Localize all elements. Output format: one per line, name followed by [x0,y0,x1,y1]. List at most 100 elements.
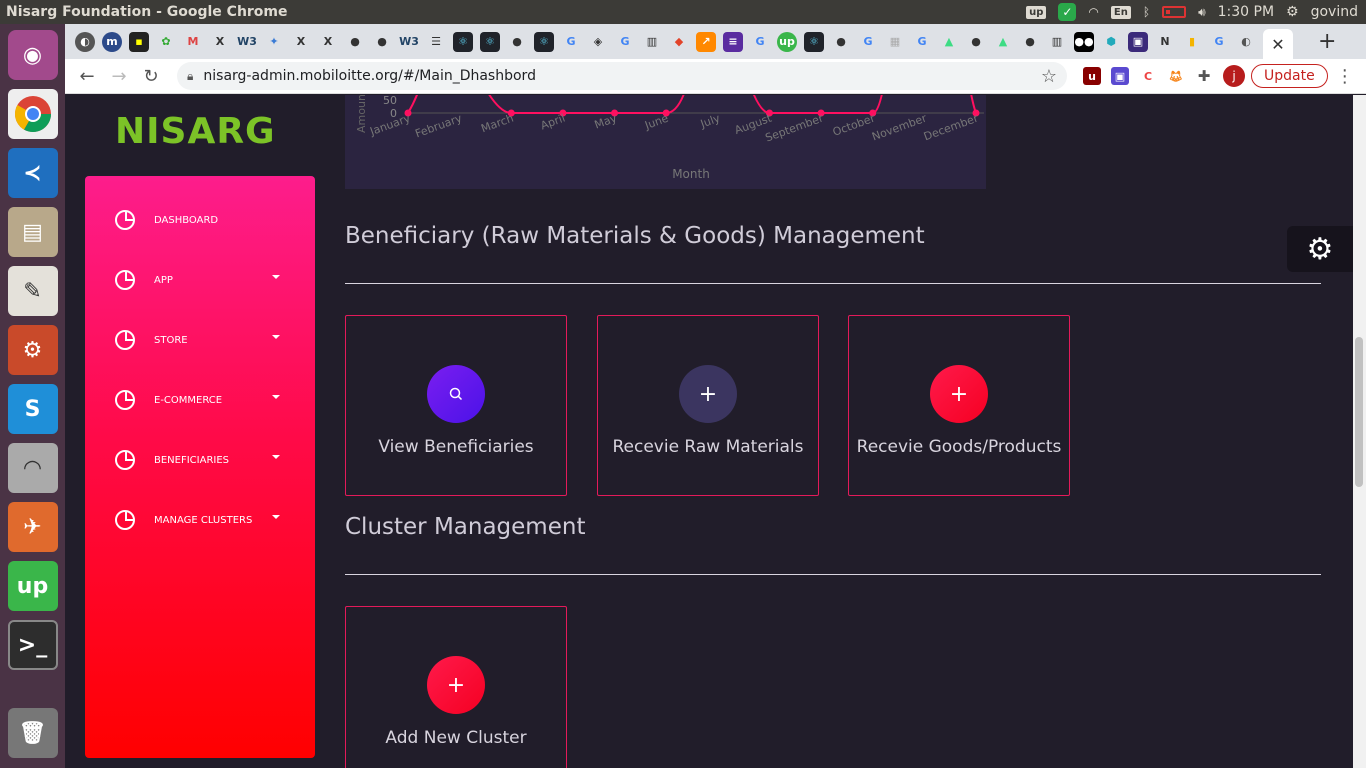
sidebar-item-label: BENEFICIARIES [154,454,230,466]
url-text[interactable]: nisarg-admin.mobiloitte.org/#/Main_Dhash… [203,68,1040,84]
tab-favicon-icon[interactable]: X [291,32,311,52]
sidebar-item-store[interactable]: STORE [115,328,285,352]
check-tray-icon[interactable]: ✓ [1058,3,1077,21]
bookmark-star-icon[interactable]: ☆ [1041,66,1057,87]
tab-favicon-icon[interactable]: ☰ [426,32,446,52]
github-icon[interactable]: ● [966,32,986,52]
tab-favicon-icon[interactable]: W3 [237,32,257,52]
react-icon[interactable]: ⚛ [804,31,824,52]
network-icon[interactable]: ◠ [7,443,58,493]
skype-icon[interactable]: S [7,384,58,434]
back-button[interactable]: ← [71,66,103,87]
tab-favicon-icon[interactable]: ▥ [642,32,662,52]
tab-favicon-icon[interactable]: W3 [399,32,419,52]
theme-settings-gear-button[interactable]: ⚙ [1287,226,1353,272]
tab-favicon-icon[interactable]: ✦ [264,32,284,52]
tab-favicon-icon[interactable]: ◈ [588,32,608,52]
volume-icon[interactable]: 🔊︎ [1198,5,1206,20]
postman-icon[interactable]: ✈ [7,502,58,552]
gmail-icon[interactable]: M [183,32,203,52]
sidebar-item-manage-clusters[interactable]: MANAGE CLUSTERS [115,508,285,532]
wifi-icon[interactable]: ◠ [1088,5,1098,19]
new-tab-button[interactable]: + [1318,29,1336,54]
system-settings-icon[interactable]: ⚙ [7,325,58,375]
tab-favicon-icon[interactable]: ✿ [156,32,176,52]
android-icon[interactable]: ▲ [939,32,959,52]
receive-raw-materials-card[interactable]: + Recevie Raw Materials [597,315,819,496]
extension-icon[interactable]: C [1139,67,1157,85]
sidebar-item-app[interactable]: APP [115,268,285,292]
github-icon[interactable]: ● [1020,32,1040,52]
bluetooth-icon[interactable]: ᛒ [1143,5,1150,19]
vscode-icon[interactable]: ≺ [7,148,58,198]
files-icon[interactable]: ▤ [7,207,58,257]
tab-favicon-icon[interactable]: ▦ [885,32,905,52]
sidebar-item-beneficiaries[interactable]: BENEFICIARIES [115,448,285,472]
active-tab-close-icon[interactable]: ✕ [1263,29,1293,59]
metamask-icon[interactable]: 🦊︎ [1167,67,1185,85]
react-icon[interactable]: ⚛ [453,31,473,52]
notion-icon[interactable]: N [1155,32,1175,52]
caret-down-icon [272,275,280,279]
scrollbar-thumb[interactable] [1355,337,1363,487]
tab-favicon-icon[interactable]: X [210,32,230,52]
tab-favicon-icon[interactable]: ▥ [1047,32,1067,52]
github-icon[interactable]: ● [345,32,365,52]
google-icon[interactable]: G [858,32,878,52]
profile-avatar[interactable]: j [1223,65,1245,87]
update-button[interactable]: Update [1251,64,1328,88]
tab-favicon-icon[interactable]: ▮ [1182,32,1202,52]
monthly-amount-chart: 50 0 Amount January February March April May Jun… [345,95,986,189]
address-bar[interactable]: 🔒︎ nisarg-admin.mobiloitte.org/#/Main_Dh… [177,62,1067,90]
react-icon[interactable]: ⚛ [534,31,554,52]
ubuntu-logo-icon[interactable]: ◉ [7,30,58,80]
android-icon[interactable]: ▲ [993,32,1013,52]
google-icon[interactable]: G [750,32,770,52]
puzzle-icon[interactable]: ✚ [1195,67,1213,85]
upwork-tray-icon[interactable]: up [1026,5,1047,19]
tab-favicon-icon[interactable]: ≡ [723,31,743,52]
nisarg-logo[interactable]: NISARG [115,111,276,152]
google-icon[interactable]: G [912,32,932,52]
react-icon[interactable]: ⚛ [480,31,500,52]
terminal-icon[interactable]: >_ [7,620,58,670]
trash-icon[interactable]: 🗑︎ [7,708,58,758]
tab-favicon-icon[interactable]: ◐ [1236,32,1256,52]
upwork-icon[interactable]: up [7,561,58,611]
view-beneficiaries-card[interactable]: View Beneficiaries [345,315,567,496]
receive-goods-products-card[interactable]: + Recevie Goods/Products [848,315,1070,496]
tab-favicon-icon[interactable]: ▪ [129,31,149,52]
text-editor-icon[interactable]: ✎ [7,266,58,316]
sidebar-item-ecommerce[interactable]: E-COMMERCE [115,388,285,412]
tab-favicon-icon[interactable]: ⬢ [1101,32,1121,52]
forward-button[interactable]: → [103,66,135,87]
lock-icon[interactable]: 🔒︎ [187,69,193,84]
github-icon[interactable]: ● [831,32,851,52]
page-scrollbar[interactable] [1353,95,1366,768]
tab-favicon-icon[interactable]: m [102,31,122,52]
battery-icon[interactable] [1162,6,1187,18]
tab-favicon-icon[interactable]: ◐ [75,31,95,52]
gitlab-icon[interactable]: ◆ [669,32,689,52]
google-icon[interactable]: G [615,32,635,52]
extension-icon[interactable]: ▣ [1111,67,1129,85]
tab-favicon-icon[interactable]: ↗ [696,31,716,52]
reload-button[interactable]: ↻ [135,66,167,87]
google-icon[interactable]: G [561,32,581,52]
user-name[interactable]: govind [1311,4,1358,20]
tab-favicon-icon[interactable]: ▣ [1128,31,1148,52]
gear-icon[interactable]: ⚙ [1286,4,1299,20]
chrome-icon[interactable] [7,89,58,139]
tab-favicon-icon[interactable]: X [318,32,338,52]
clock[interactable]: 1:30 PM [1218,4,1274,20]
sidebar-item-dashboard[interactable]: DASHBOARD [115,208,285,232]
medium-icon[interactable]: ●● [1074,31,1094,52]
keyboard-lang[interactable]: En [1110,5,1131,19]
add-new-cluster-card[interactable]: + Add New Cluster [345,606,567,768]
google-icon[interactable]: G [1209,32,1229,52]
ublock-icon[interactable]: u [1083,67,1101,85]
upwork-icon[interactable]: up [777,31,797,52]
menu-icon[interactable]: ⋮ [1336,66,1354,87]
github-icon[interactable]: ● [372,32,392,52]
github-icon[interactable]: ● [507,32,527,52]
